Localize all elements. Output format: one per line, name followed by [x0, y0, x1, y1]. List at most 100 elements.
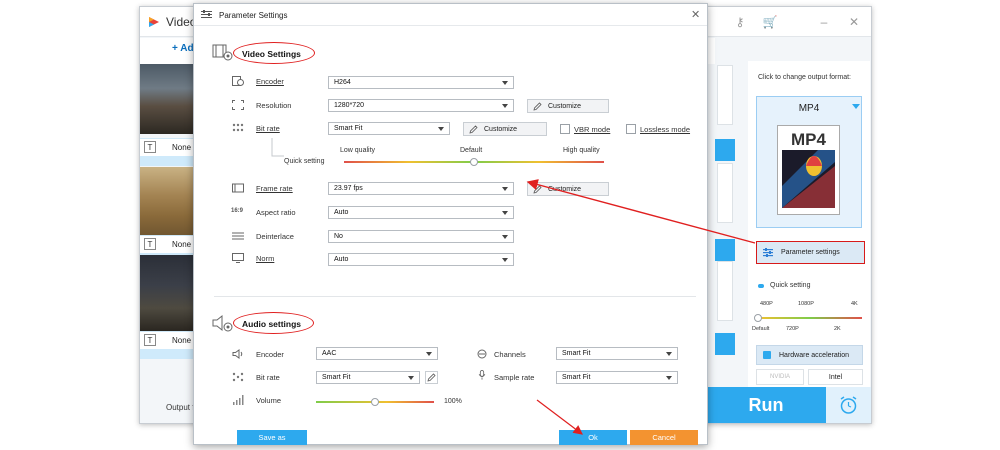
chevron-down-icon — [666, 352, 672, 356]
cancel-button[interactable]: Cancel — [630, 430, 698, 445]
list-item-edge — [717, 163, 733, 223]
intel-option[interactable]: Intel — [808, 369, 863, 385]
quick-setting-slider[interactable] — [758, 317, 862, 319]
aspect-ratio-value: Auto — [334, 209, 349, 216]
deinterlace-select[interactable]: No — [328, 230, 514, 243]
norm-icon — [232, 253, 244, 263]
audio-bitrate-label: Bit rate — [256, 373, 280, 382]
bitrate-customize-button[interactable]: Customize — [463, 122, 547, 136]
hardware-acceleration-checkbox[interactable] — [763, 351, 771, 359]
chevron-down-icon — [408, 376, 414, 380]
ok-button[interactable]: Ok — [559, 430, 627, 445]
sample-rate-label: Sample rate — [494, 373, 535, 382]
mp4-format-icon: MP4 — [777, 125, 840, 215]
encoder-icon — [232, 76, 244, 86]
settings-sliders-icon — [201, 10, 212, 18]
frame-rate-icon — [232, 183, 244, 193]
hardware-acceleration-toggle[interactable]: Hardware acceleration — [756, 345, 863, 365]
resolution-customize-button[interactable]: Customize — [527, 99, 609, 113]
customize-label: Customize — [548, 186, 582, 193]
video-encoder-label: Encoder — [256, 77, 284, 86]
resolution-label: Resolution — [256, 101, 292, 110]
volume-value: 100% — [444, 398, 462, 405]
section-divider — [214, 296, 696, 297]
add-files-button[interactable]: + Ad — [172, 43, 194, 54]
nvidia-option[interactable]: NVIDIA — [756, 369, 804, 385]
subtitle-value: None — [172, 336, 192, 345]
quick-setting-label: Quick setting — [284, 158, 325, 165]
alarm-clock-icon — [840, 396, 857, 414]
parameter-settings-label: Parameter settings — [781, 249, 840, 256]
channels-label: Channels — [494, 350, 526, 359]
minimize-icon[interactable]: – — [816, 14, 832, 30]
quick-setting-icon — [758, 284, 764, 288]
vbr-mode-label[interactable]: VBR mode — [574, 125, 610, 134]
chevron-down-icon — [502, 81, 508, 85]
norm-select[interactable]: Auto — [328, 253, 514, 266]
key-icon[interactable]: ⚷ — [732, 14, 748, 30]
close-icon[interactable]: ✕ — [846, 14, 862, 30]
deinterlace-icon — [232, 232, 244, 240]
resolution-select[interactable]: 1280*720 — [328, 99, 514, 112]
channels-select[interactable]: Smart Fit — [556, 347, 678, 360]
quick-tick-720p: 720P — [786, 326, 799, 332]
frame-rate-value: 23.97 fps — [334, 185, 363, 192]
speaker-icon — [232, 349, 243, 359]
quick-setting-knob[interactable] — [754, 314, 762, 322]
text-icon: T — [144, 334, 156, 346]
chevron-down-icon — [502, 104, 508, 108]
frame-rate-select[interactable]: 23.97 fps — [328, 182, 514, 195]
quick-setting-label: Quick setting — [770, 282, 811, 289]
mp4-box-text: MP4 — [791, 130, 827, 149]
output-format-selector[interactable]: MP4 MP4 — [756, 96, 862, 228]
dialog-close-button[interactable]: ✕ — [691, 8, 700, 21]
volume-slider-knob[interactable] — [371, 398, 379, 406]
pencil-icon — [469, 125, 478, 134]
parameter-settings-dialog: Parameter Settings ✕ Video Settings Enco… — [193, 3, 708, 445]
edit-bitrate-pencil-icon[interactable] — [425, 371, 438, 384]
save-as-button[interactable]: Save as — [237, 430, 307, 445]
sample-rate-select[interactable]: Smart Fit — [556, 371, 678, 384]
output-format-name: MP4 — [798, 103, 820, 114]
lossless-mode-label[interactable]: Lossless mode — [640, 125, 690, 134]
text-icon: T — [144, 238, 156, 250]
bitrate-icon — [232, 123, 244, 132]
audio-bitrate-select[interactable]: Smart Fit — [316, 371, 420, 384]
audio-bitrate-value: Smart Fit — [322, 374, 351, 381]
audio-encoder-value: AAC — [322, 350, 337, 357]
resolution-value: 1280*720 — [334, 102, 364, 109]
run-button[interactable]: Run — [706, 387, 826, 423]
video-bitrate-value: Smart Fit — [334, 125, 363, 132]
dialog-titlebar: Parameter Settings ✕ — [194, 4, 707, 26]
chevron-down-icon — [502, 235, 508, 239]
alarm-clock-button[interactable] — [826, 387, 871, 423]
audio-bitrate-icon — [232, 372, 244, 382]
quick-tick-2k: 2K — [834, 326, 841, 332]
video-encoder-select[interactable]: H264 — [328, 76, 514, 89]
subtitle-value: None — [172, 240, 192, 249]
lossless-mode-checkbox[interactable] — [626, 124, 636, 134]
deinterlace-label: Deinterlace — [256, 232, 294, 241]
parameter-settings-button[interactable]: Parameter settings — [756, 241, 865, 264]
output-folder-label: Output f — [166, 403, 195, 412]
quality-slider-knob[interactable] — [470, 158, 478, 166]
pencil-icon — [533, 102, 542, 111]
file-list-edge — [715, 63, 737, 355]
frame-rate-customize-button[interactable]: Customize — [527, 182, 609, 196]
video-bitrate-label: Bit rate — [256, 124, 280, 133]
volume-label: Volume — [256, 396, 282, 405]
cart-icon[interactable]: 🛒 — [762, 14, 778, 30]
vbr-mode-checkbox[interactable] — [560, 124, 570, 134]
frame-rate-label: Frame rate — [256, 184, 293, 193]
audio-encoder-select[interactable]: AAC — [316, 347, 438, 360]
chevron-down-icon — [502, 211, 508, 215]
aspect-ratio-label: Aspect ratio — [256, 208, 296, 217]
intel-label: Intel — [828, 374, 843, 381]
hardware-acceleration-label: Hardware acceleration — [779, 352, 850, 359]
aspect-ratio-select[interactable]: Auto — [328, 206, 514, 219]
video-bitrate-select[interactable]: Smart Fit — [328, 122, 450, 135]
output-format-hint: Click to change output format: — [758, 74, 851, 81]
subtitle-value: None — [172, 143, 192, 152]
audio-settings-title: Audio settings — [242, 319, 302, 329]
customize-label: Customize — [484, 126, 518, 133]
